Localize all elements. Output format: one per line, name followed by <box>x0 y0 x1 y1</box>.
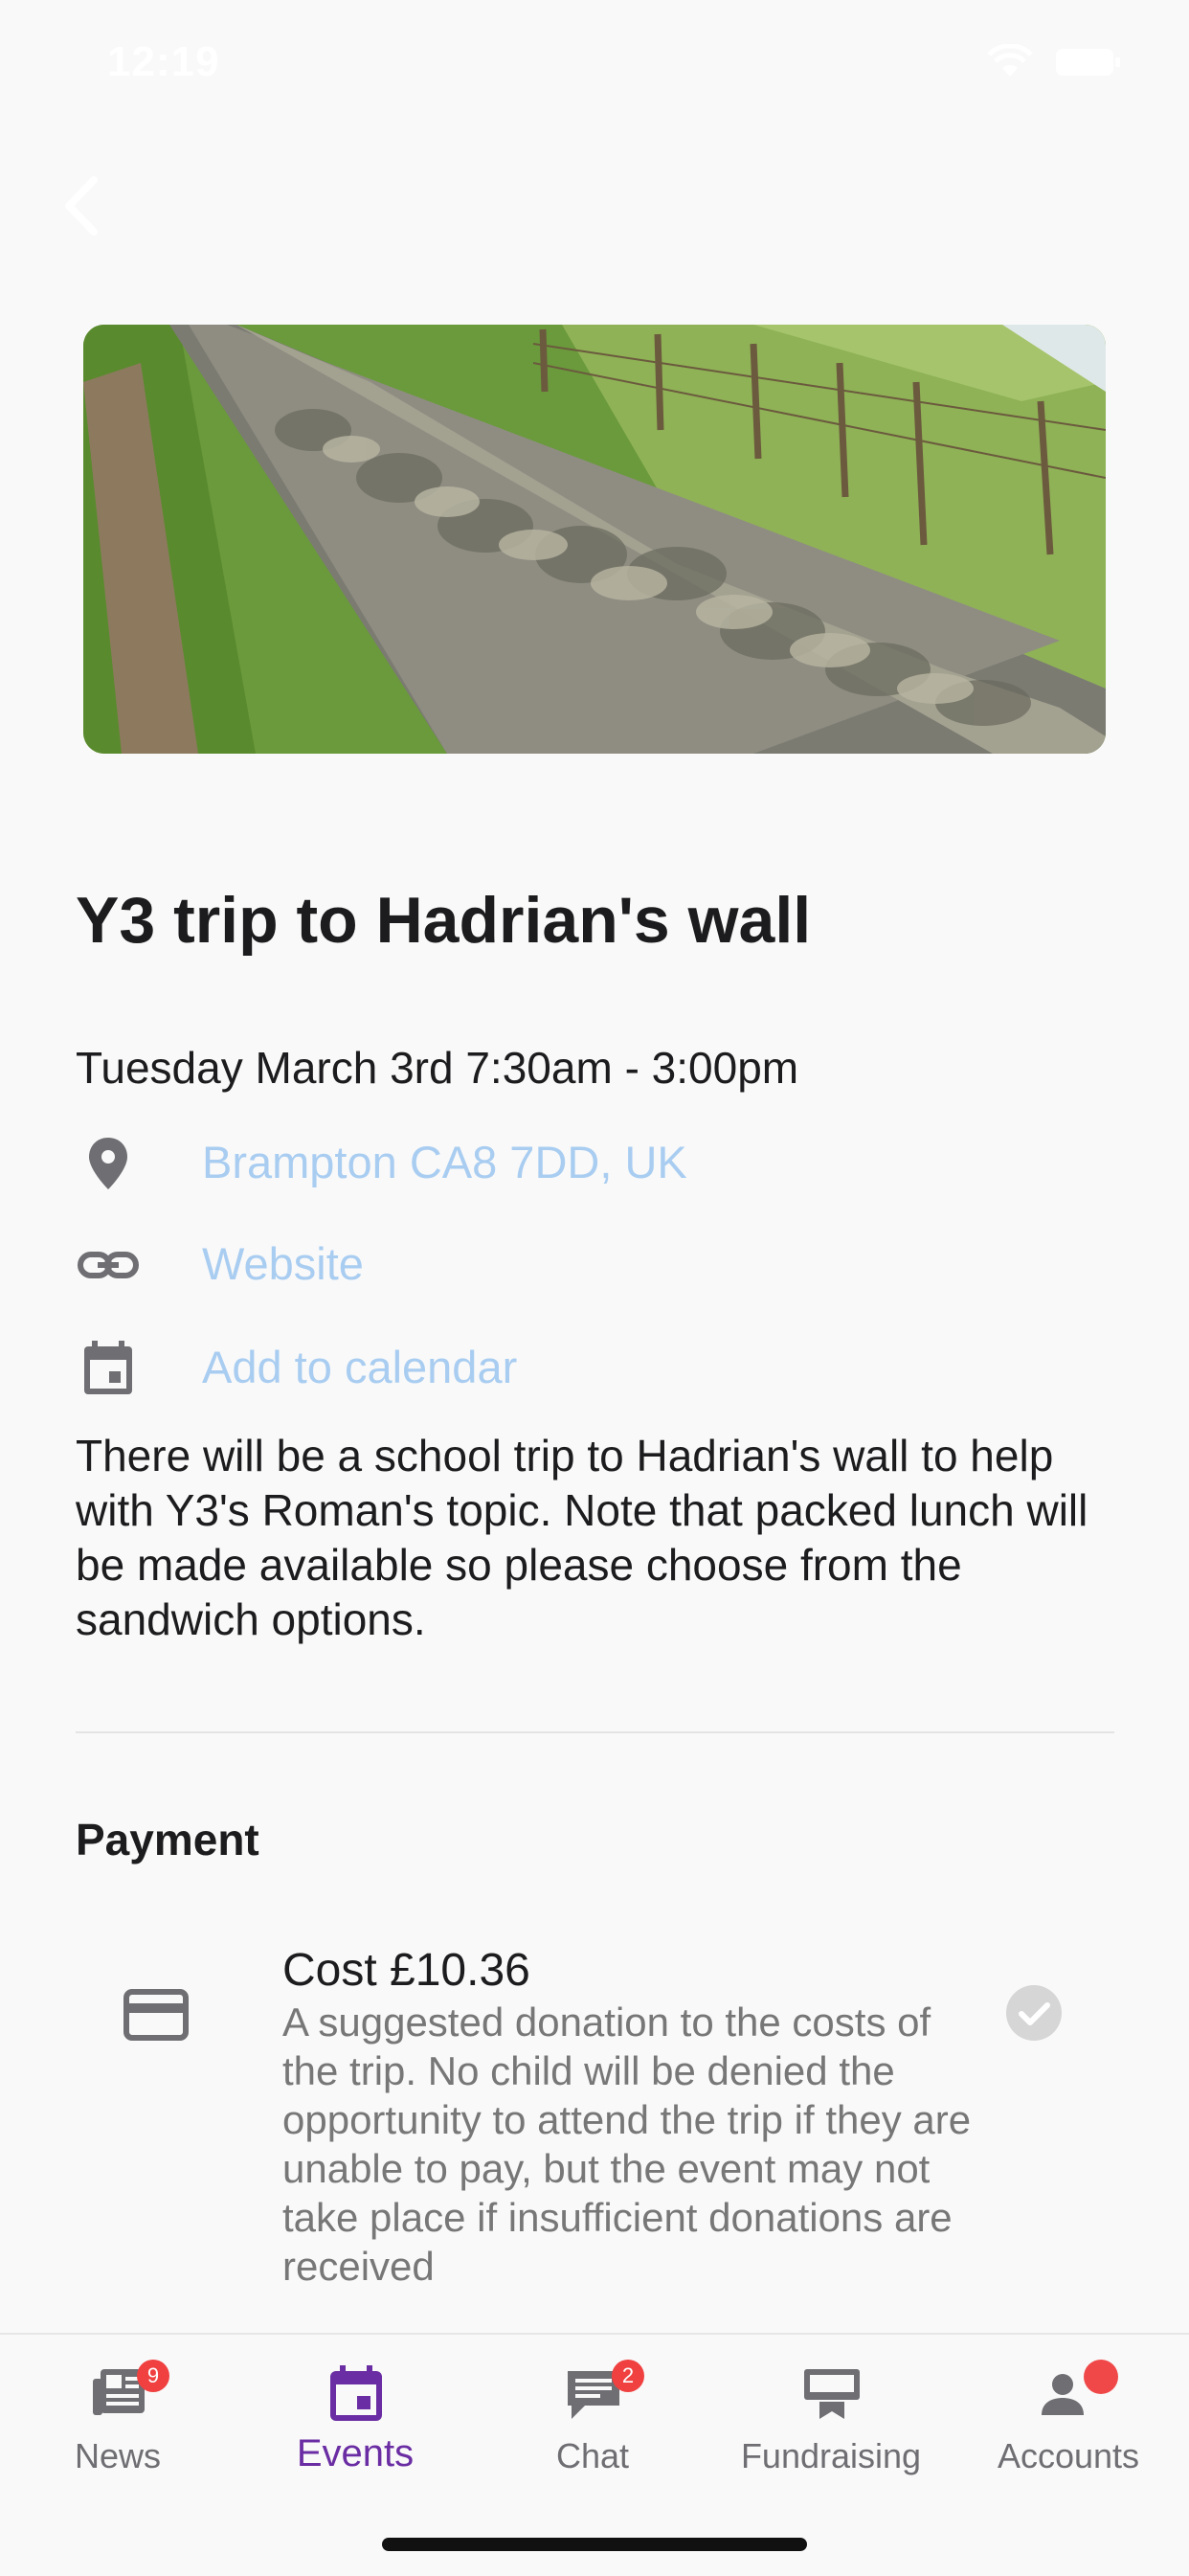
divider <box>76 1731 1114 1733</box>
tab-events[interactable]: Events <box>250 2335 460 2507</box>
event-datetime: Tuesday March 3rd 7:30am - 3:00pm <box>76 1043 799 1093</box>
credit-card-icon <box>123 1989 189 2041</box>
event-title: Y3 trip to Hadrian's wall <box>76 884 812 957</box>
event-description: There will be a school trip to Hadrian's… <box>76 1431 1088 1644</box>
news-badge: 9 <box>137 2360 169 2392</box>
event-image <box>83 325 1106 754</box>
calendar-icon <box>84 1341 132 1394</box>
tab-fundraising[interactable]: Fundraising <box>726 2335 936 2507</box>
link-icon <box>78 1252 139 1278</box>
tab-news-label: News <box>74 2436 162 2475</box>
location-pin-icon <box>89 1138 127 1189</box>
wifi-icon <box>987 44 1033 77</box>
tab-news[interactable]: 9 News <box>12 2335 223 2507</box>
calendar-icon <box>330 2365 382 2421</box>
home-indicator <box>382 2538 807 2551</box>
tab-bar: 9 News Events 2 Chat Fundraising Account… <box>0 2333 1189 2576</box>
chat-badge: 2 <box>612 2360 644 2392</box>
check-circle-icon[interactable] <box>1005 1984 1063 2042</box>
location-row[interactable]: Brampton CA8 7DD, UK <box>0 1117 1189 1203</box>
status-bar: 12:19 <box>0 0 1189 134</box>
back-arrow-icon[interactable] <box>57 172 105 239</box>
payment-description: A suggested donation to the costs of the… <box>282 2000 972 2289</box>
tab-fundraising-label: Fundraising <box>740 2436 922 2475</box>
tab-accounts[interactable]: Accounts <box>963 2335 1174 2507</box>
payment-cost: Cost £10.36 <box>282 1945 530 1996</box>
tab-chat[interactable]: 2 Chat <box>487 2335 698 2507</box>
tab-chat-label: Chat <box>555 2436 630 2475</box>
fundraising-icon <box>804 2369 860 2419</box>
battery-icon <box>1056 49 1120 76</box>
website-row[interactable]: Website <box>0 1218 1189 1304</box>
add-to-calendar-link[interactable]: Add to calendar <box>202 1341 517 1393</box>
add-to-calendar-row[interactable]: Add to calendar <box>0 1322 1189 1408</box>
website-link[interactable]: Website <box>202 1237 364 1290</box>
tab-accounts-label: Accounts <box>997 2436 1140 2475</box>
accounts-notification-dot <box>1084 2360 1118 2394</box>
status-time: 12:19 <box>107 38 220 85</box>
location-link[interactable]: Brampton CA8 7DD, UK <box>202 1136 687 1188</box>
tab-events-label: Events <box>296 2432 415 2474</box>
payment-section-title: Payment <box>76 1815 259 1864</box>
